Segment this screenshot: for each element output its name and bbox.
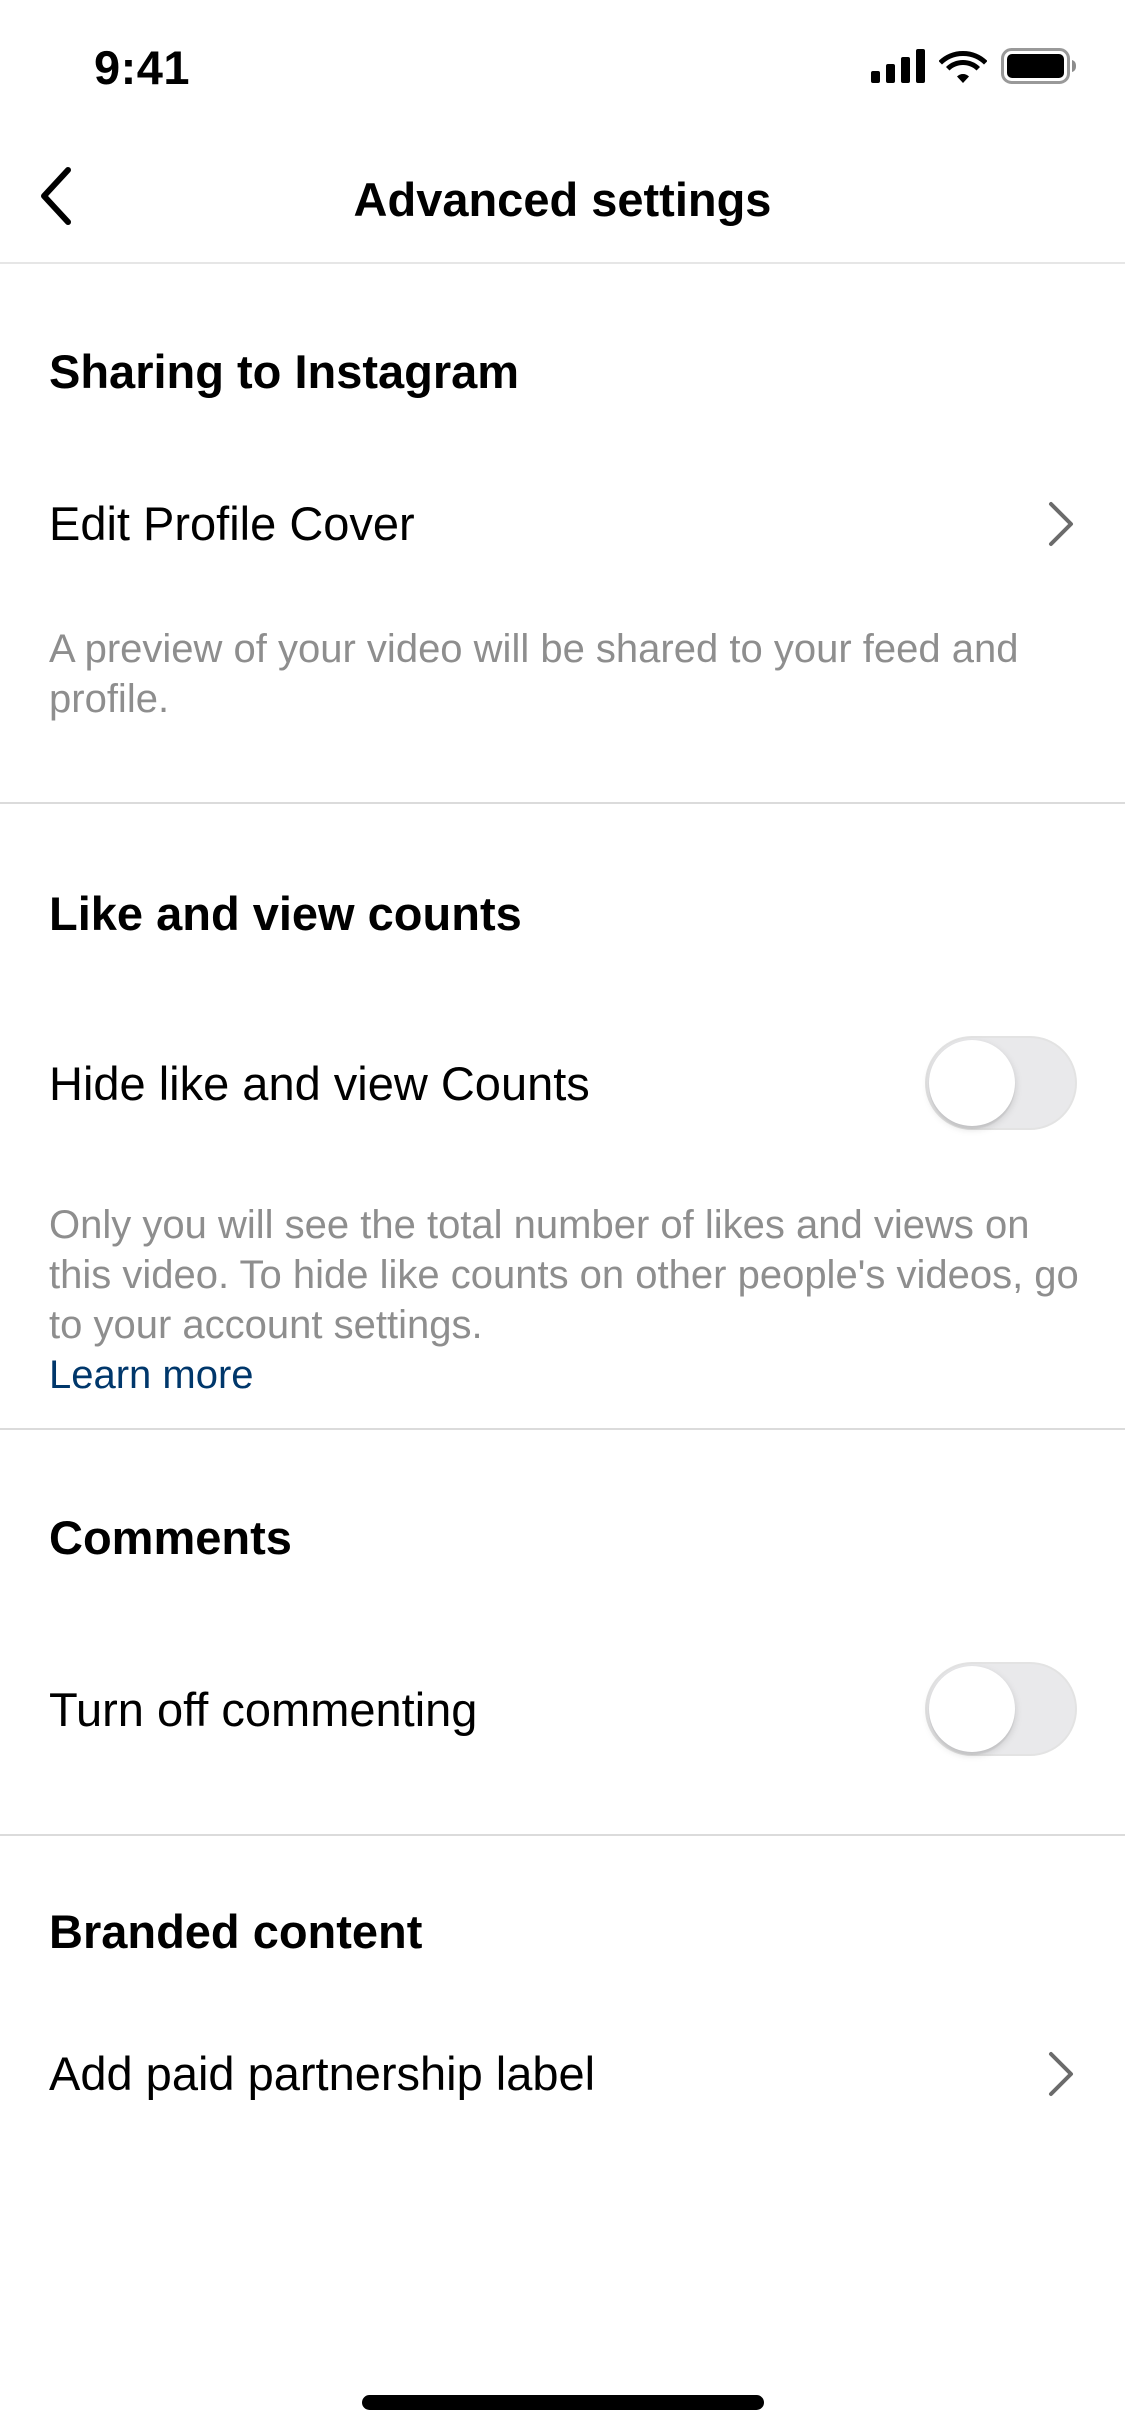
chevron-right-icon (1041, 2046, 1081, 2102)
add-paid-partnership-row[interactable]: Add paid partnership label (0, 2014, 1125, 2134)
status-icons (871, 48, 1077, 89)
section-heading-sharing: Sharing to Instagram (49, 345, 520, 398)
section-heading-comments: Comments (49, 1511, 292, 1564)
cellular-signal-icon (871, 49, 925, 88)
battery-icon (1001, 48, 1077, 89)
counts-description: Only you will see the total number of li… (49, 1200, 1079, 1400)
section-heading-branded: Branded content (49, 1905, 423, 1958)
status-bar: 9:41 (0, 0, 1125, 132)
turn-off-commenting-label: Turn off commenting (49, 1683, 478, 1736)
section-like-view-counts: Like and view counts Hide like and view … (0, 804, 1125, 1428)
learn-more-link[interactable]: Learn more (49, 1350, 1079, 1400)
edit-profile-cover-label: Edit Profile Cover (49, 497, 415, 550)
toggle-knob (929, 1666, 1015, 1752)
counts-description-text: Only you will see the total number of li… (49, 1203, 1079, 1347)
status-time: 9:41 (94, 41, 191, 94)
hide-counts-toggle[interactable] (925, 1036, 1077, 1130)
chevron-right-icon (1041, 496, 1081, 552)
section-sharing: Sharing to Instagram Edit Profile Cover … (0, 264, 1125, 804)
home-indicator (362, 2395, 764, 2410)
edit-profile-cover-row[interactable]: Edit Profile Cover (0, 464, 1125, 584)
page-title: Advanced settings (353, 173, 772, 226)
section-comments: Comments Turn off commenting (0, 1430, 1125, 1834)
hide-counts-label: Hide like and view Counts (49, 1057, 590, 1110)
toggle-knob (929, 1040, 1015, 1126)
add-paid-partnership-label: Add paid partnership label (49, 2047, 596, 2100)
nav-bar: Advanced settings (0, 132, 1125, 264)
section-heading-counts: Like and view counts (49, 887, 522, 940)
wifi-icon (938, 48, 988, 89)
section-branded-content: Branded content Add paid partnership lab… (0, 1836, 1125, 2166)
turn-off-commenting-toggle[interactable] (925, 1662, 1077, 1756)
sharing-description: A preview of your video will be shared t… (49, 627, 1019, 721)
